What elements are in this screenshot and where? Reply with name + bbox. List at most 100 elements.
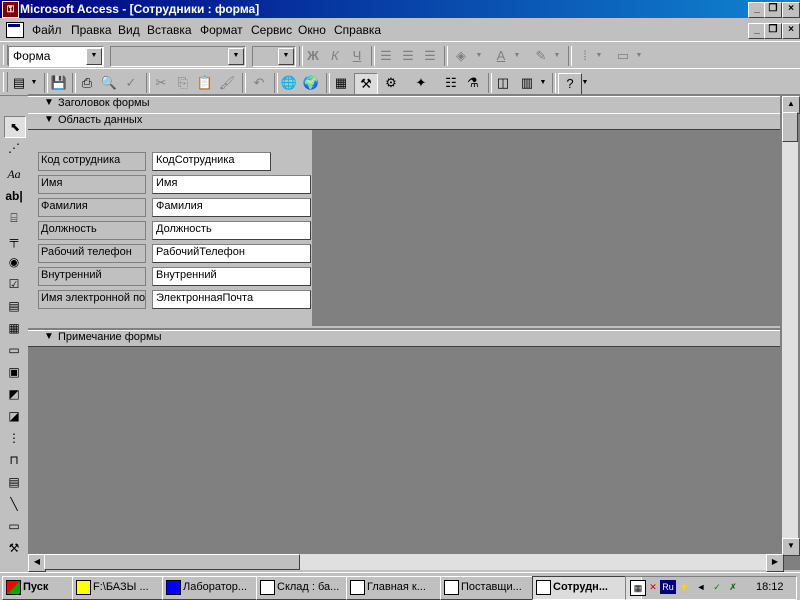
toggle-button-icon[interactable]: ╤ [4, 230, 24, 250]
chevron-down-icon[interactable]: ▼ [474, 46, 484, 66]
view-form-icon[interactable]: ▤ [8, 73, 30, 93]
chevron-down-icon[interactable]: ▼ [86, 48, 102, 65]
list-box-icon[interactable]: ▦ [4, 318, 24, 338]
format-painter-icon[interactable]: 🖌 [216, 73, 238, 93]
field-textbox[interactable]: Внутренний [152, 267, 311, 286]
autoformat-icon[interactable]: ⚙ [380, 73, 402, 93]
line-width-icon[interactable]: ⁞ [574, 46, 596, 66]
chevron-down-icon[interactable]: ▼ [552, 46, 562, 66]
horizontal-scroll-thumb[interactable] [44, 554, 300, 570]
copy-icon[interactable]: ⎘ [172, 73, 194, 93]
chevron-down-icon[interactable]: ▼ [634, 46, 644, 66]
access-key-icon[interactable]: ⚿ [2, 1, 19, 18]
tab-control-icon[interactable]: ⊓ [4, 450, 24, 470]
bound-object-icon[interactable]: ◪ [4, 406, 24, 426]
textbox-tool-icon[interactable]: ab| [4, 186, 24, 206]
field-label[interactable]: Рабочий телефон [38, 244, 146, 263]
cut-icon[interactable]: ✂ [150, 73, 172, 93]
web-toolbar-icon[interactable]: 🌍 [300, 73, 322, 93]
field-label[interactable]: Имя [38, 175, 146, 194]
menu-view[interactable]: Вид [118, 23, 140, 37]
chevron-down-icon[interactable]: ▼ [228, 48, 244, 65]
print-icon[interactable]: ⎙ [76, 73, 98, 93]
toolbox-icon[interactable]: ⚒ [354, 73, 378, 95]
scheduler-icon[interactable]: ▦ [630, 580, 646, 596]
restore-button[interactable]: ❐ [764, 2, 782, 18]
scroll-right-icon[interactable]: ▶ [766, 554, 784, 572]
title-bar[interactable]: ⚿ Microsoft Access - [Сотрудники : форма… [0, 0, 800, 18]
detail-section[interactable]: Код сотрудника КодСотрудника Имя Имя Фам… [28, 130, 312, 326]
field-textbox[interactable]: ЭлектроннаяПочта [152, 290, 311, 309]
line-tool-icon[interactable]: ╲ [4, 494, 24, 514]
menu-file[interactable]: Файл [32, 23, 62, 37]
code-icon[interactable]: ✦ [410, 73, 432, 93]
field-textbox[interactable]: Фамилия [152, 198, 311, 217]
network-icon[interactable]: ⚡ [678, 580, 692, 594]
vertical-scroll-thumb[interactable] [782, 112, 798, 142]
field-label[interactable]: Должность [38, 221, 146, 240]
clock[interactable]: 18:12 [756, 581, 784, 593]
vertical-scrollbar[interactable]: ▲ ▼ [782, 96, 800, 556]
doc-restore-button[interactable]: ❐ [764, 23, 782, 39]
menu-window[interactable]: Окно [298, 23, 326, 37]
doc-close-button[interactable]: × [782, 23, 800, 39]
horizontal-scrollbar[interactable]: ◀ ▶ [28, 554, 784, 572]
field-textbox[interactable]: КодСотрудника [152, 152, 271, 171]
font-size-combo[interactable]: ▼ [252, 46, 296, 67]
footer-section[interactable] [28, 346, 780, 554]
underline-button[interactable]: Ч [346, 46, 368, 66]
database-window-icon[interactable]: ◫ [492, 73, 514, 93]
command-button-icon[interactable]: ▭ [4, 340, 24, 360]
option-button-icon[interactable]: ◉ [4, 252, 24, 272]
connection-icon[interactable]: ✗ [726, 580, 740, 594]
field-textbox[interactable]: Должность [152, 221, 311, 240]
chevron-down-icon[interactable]: ▼ [512, 46, 522, 66]
select-objects-icon[interactable]: ⬉ [4, 116, 26, 138]
help-icon[interactable]: ? [558, 73, 582, 95]
form-footer-bar[interactable]: ▼ Примечание формы [28, 330, 780, 347]
form-design-surface[interactable]: ▼ Заголовок формы ▼ Область данных Код с… [28, 94, 800, 572]
paste-icon[interactable]: 📋 [194, 73, 216, 93]
chevron-down-icon[interactable]: ▼ [538, 73, 548, 93]
form-window-icon[interactable] [6, 22, 24, 38]
build-icon[interactable]: ⚗ [462, 73, 484, 93]
more-controls-icon[interactable]: ⚒ [4, 538, 24, 558]
properties-icon[interactable]: ☷ [440, 73, 462, 93]
detail-section-bar[interactable]: ▼ Область данных [28, 113, 780, 130]
menu-help[interactable]: Справка [334, 23, 381, 37]
scroll-down-icon[interactable]: ▼ [782, 538, 800, 556]
fill-color-icon[interactable]: ◈ [450, 46, 472, 66]
align-right-icon[interactable]: ☰ [419, 46, 441, 66]
insert-hyperlink-icon[interactable]: 🌐 [278, 73, 300, 93]
align-left-icon[interactable]: ☰ [375, 46, 397, 66]
chevron-down-icon[interactable]: ▼ [28, 73, 40, 93]
font-color-icon[interactable]: A [490, 46, 512, 66]
object-combo[interactable]: Форма ▼ [8, 46, 104, 67]
bold-button[interactable]: Ж [302, 46, 324, 66]
menu-tools[interactable]: Сервис [251, 23, 292, 37]
special-effect-icon[interactable]: ▭ [612, 46, 634, 66]
field-label[interactable]: Код сотрудника [38, 152, 146, 171]
close-button[interactable]: × [782, 2, 800, 18]
option-group-icon[interactable]: ⌸ [4, 208, 24, 228]
field-label[interactable]: Имя электронной по [38, 290, 146, 309]
label-tool-icon[interactable]: Aa [4, 164, 24, 184]
align-center-icon[interactable]: ☰ [397, 46, 419, 66]
menu-format[interactable]: Формат [200, 23, 243, 37]
chevron-down-icon[interactable]: ▼ [594, 46, 604, 66]
language-indicator[interactable]: Ru [660, 580, 676, 594]
font-combo[interactable]: ▼ [110, 46, 246, 67]
antivirus-icon[interactable]: ✕ [646, 580, 660, 594]
new-object-icon[interactable]: ▥ [516, 73, 538, 93]
volume-icon[interactable]: ◄ [694, 580, 708, 594]
rectangle-tool-icon[interactable]: ▭ [4, 516, 24, 536]
field-textbox[interactable]: Имя [152, 175, 311, 194]
checkbox-tool-icon[interactable]: ☑ [4, 274, 24, 294]
menu-edit[interactable]: Правка [71, 23, 112, 37]
subform-icon[interactable]: ▤ [4, 472, 24, 492]
image-tool-icon[interactable]: ▣ [4, 362, 24, 382]
menu-insert[interactable]: Вставка [147, 23, 192, 37]
field-label[interactable]: Фамилия [38, 198, 146, 217]
page-break-icon[interactable]: ⋮ [4, 428, 24, 448]
control-wizards-icon[interactable]: ⋰ [4, 138, 24, 158]
